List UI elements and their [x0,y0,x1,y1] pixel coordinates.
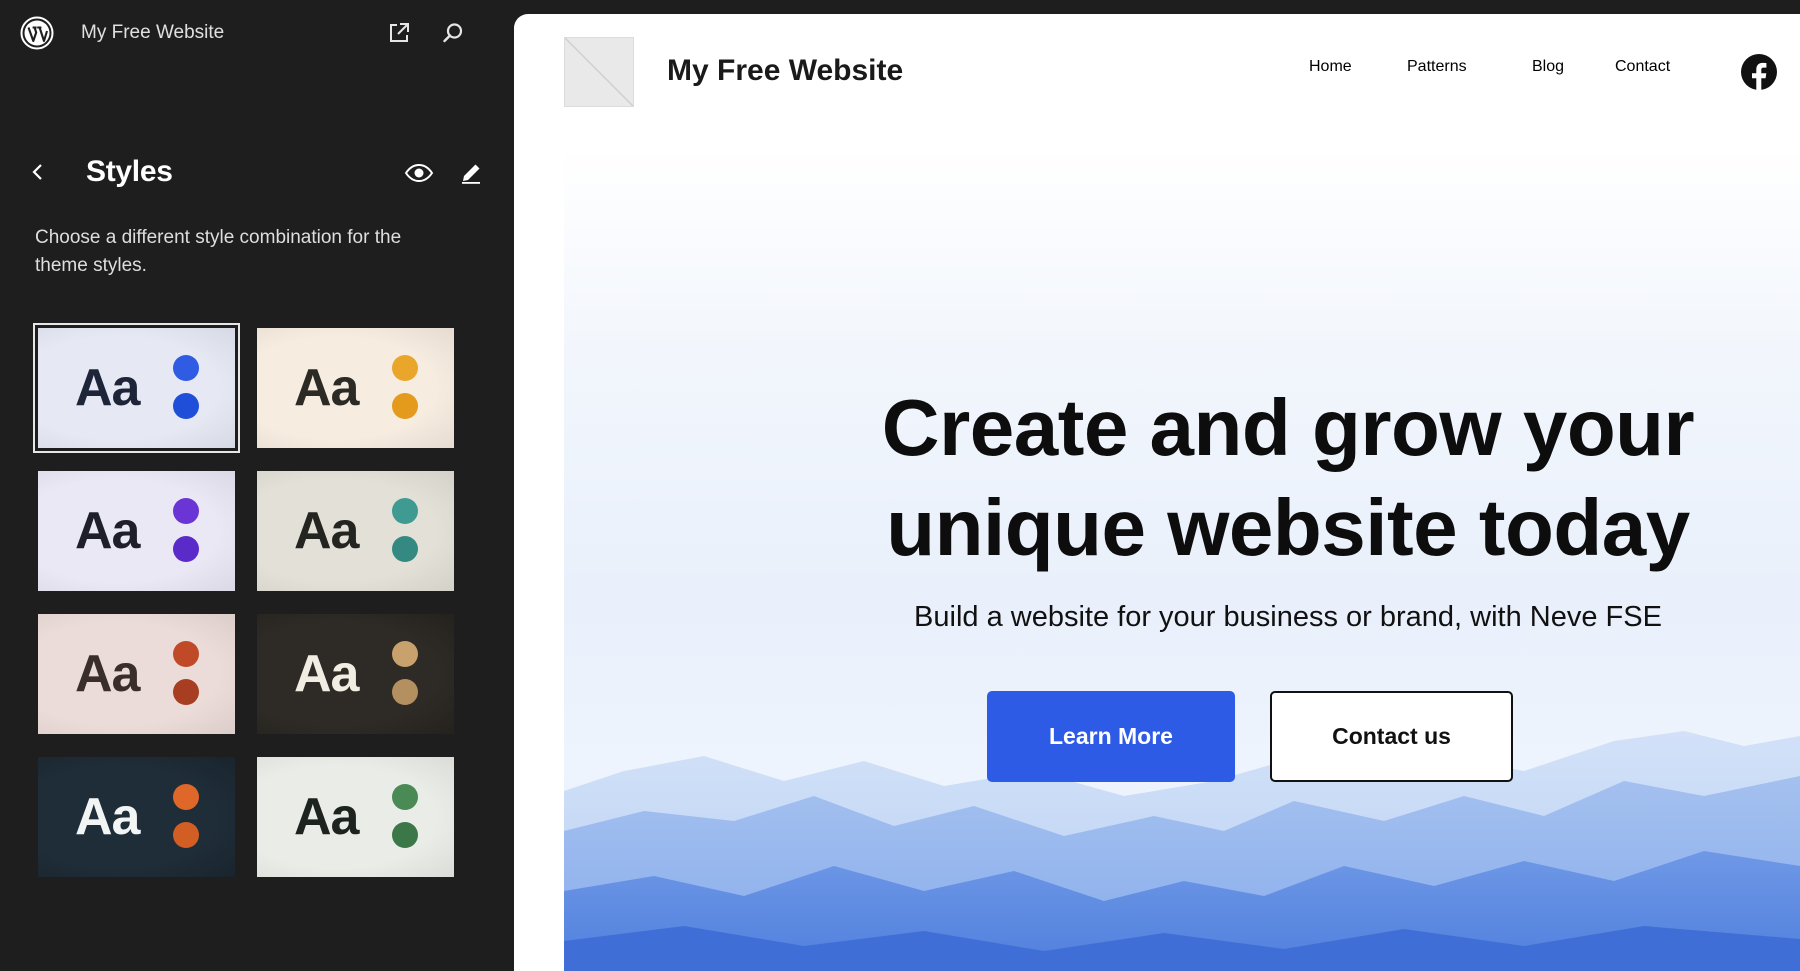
panel-description: Choose a different style combination for… [35,227,402,276]
style-variation-sample-text: Aa [294,645,359,703]
style-variation-2[interactable]: Aa [257,328,454,448]
facebook-icon[interactable] [1740,53,1778,91]
editor-canvas[interactable]: My Free Website Home Patterns Blog Conta… [514,14,1800,971]
color-swatch-secondary [392,536,418,562]
style-variation-4[interactable]: Aa [257,471,454,591]
color-swatch-primary [173,498,199,524]
color-swatch-secondary [173,536,199,562]
color-swatch-secondary [173,393,199,419]
color-swatch-primary [392,784,418,810]
nav-item-blog[interactable]: Blog [1532,58,1564,76]
style-variation-1[interactable]: Aa [33,323,240,453]
panel-title: Styles [86,155,173,188]
hero-title[interactable]: Create and grow your unique website toda… [564,378,1800,578]
wordpress-logo-icon[interactable] [20,16,54,50]
nav-item-patterns[interactable]: Patterns [1407,58,1467,76]
color-swatch-secondary [392,822,418,848]
site-name[interactable]: My Free Website [81,22,224,44]
style-variation-sample-text: Aa [294,788,359,846]
color-swatch-primary [173,355,199,381]
nav-item-home[interactable]: Home [1309,58,1352,76]
style-variation-sample-text: Aa [294,359,359,417]
eye-icon[interactable] [403,158,435,188]
contact-us-button[interactable]: Contact us [1270,691,1513,782]
color-swatch-secondary [392,679,418,705]
site-logo-placeholder[interactable] [564,37,634,107]
pencil-icon[interactable] [456,158,486,188]
style-variation-sample-text: Aa [294,502,359,560]
site-title[interactable]: My Free Website [667,54,903,88]
external-link-icon[interactable] [384,18,414,48]
search-icon[interactable] [438,18,468,48]
style-variation-5[interactable]: Aa [38,614,235,734]
color-swatch-primary [392,641,418,667]
color-swatch-primary [173,641,199,667]
hero-subtitle-text: Build a website for your business or bra… [914,601,1662,633]
color-swatch-primary [392,498,418,524]
color-swatch-secondary [173,822,199,848]
chevron-left-icon[interactable] [24,158,52,186]
style-variation-sample-text: Aa [75,502,140,560]
color-swatch-secondary [173,679,199,705]
style-variation-sample-text: Aa [75,645,140,703]
hero-section: Create and grow your unique website toda… [564,146,1800,971]
color-swatch-primary [173,784,199,810]
learn-more-button[interactable]: Learn More [987,691,1235,782]
color-swatch-primary [392,355,418,381]
hero-title-line-1: Create and grow your [881,383,1695,472]
style-variation-7[interactable]: Aa [38,757,235,877]
hero-subtitle[interactable]: Build a website for your business or bra… [564,601,1800,634]
color-swatch-secondary [392,393,418,419]
hero-title-line-2: unique website today [886,483,1690,572]
site-editor-sidebar: My Free Website Styles Choose a differen… [0,0,514,971]
style-variation-8[interactable]: Aa [257,757,454,877]
style-variation-3[interactable]: Aa [38,471,235,591]
nav-item-contact[interactable]: Contact [1615,58,1670,76]
style-variation-sample-text: Aa [75,788,140,846]
style-variation-6[interactable]: Aa [257,614,454,734]
style-variation-sample-text: Aa [75,359,140,417]
